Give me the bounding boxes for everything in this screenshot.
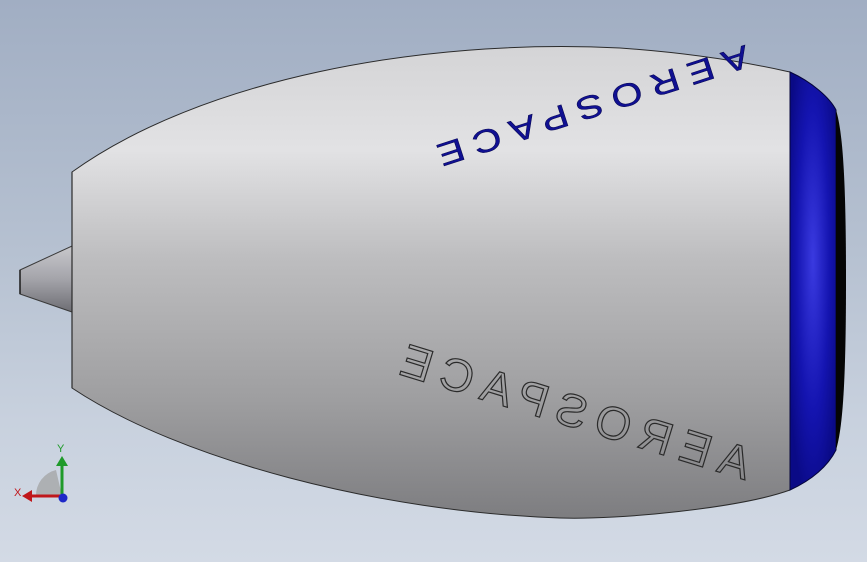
z-axis-dot-icon: [58, 493, 68, 503]
graphics-viewport[interactable]: AEROSPACE AEROSPACE: [0, 0, 867, 562]
triad-plane-icon: [35, 470, 62, 496]
spinner-cone[interactable]: [19, 245, 73, 313]
reference-triad: Y X: [10, 440, 80, 510]
rear-band[interactable]: [789, 71, 846, 491]
triad-x-label: X: [14, 487, 22, 499]
triad-y-label: Y: [57, 443, 65, 455]
model-canvas[interactable]: AEROSPACE AEROSPACE: [0, 0, 867, 562]
